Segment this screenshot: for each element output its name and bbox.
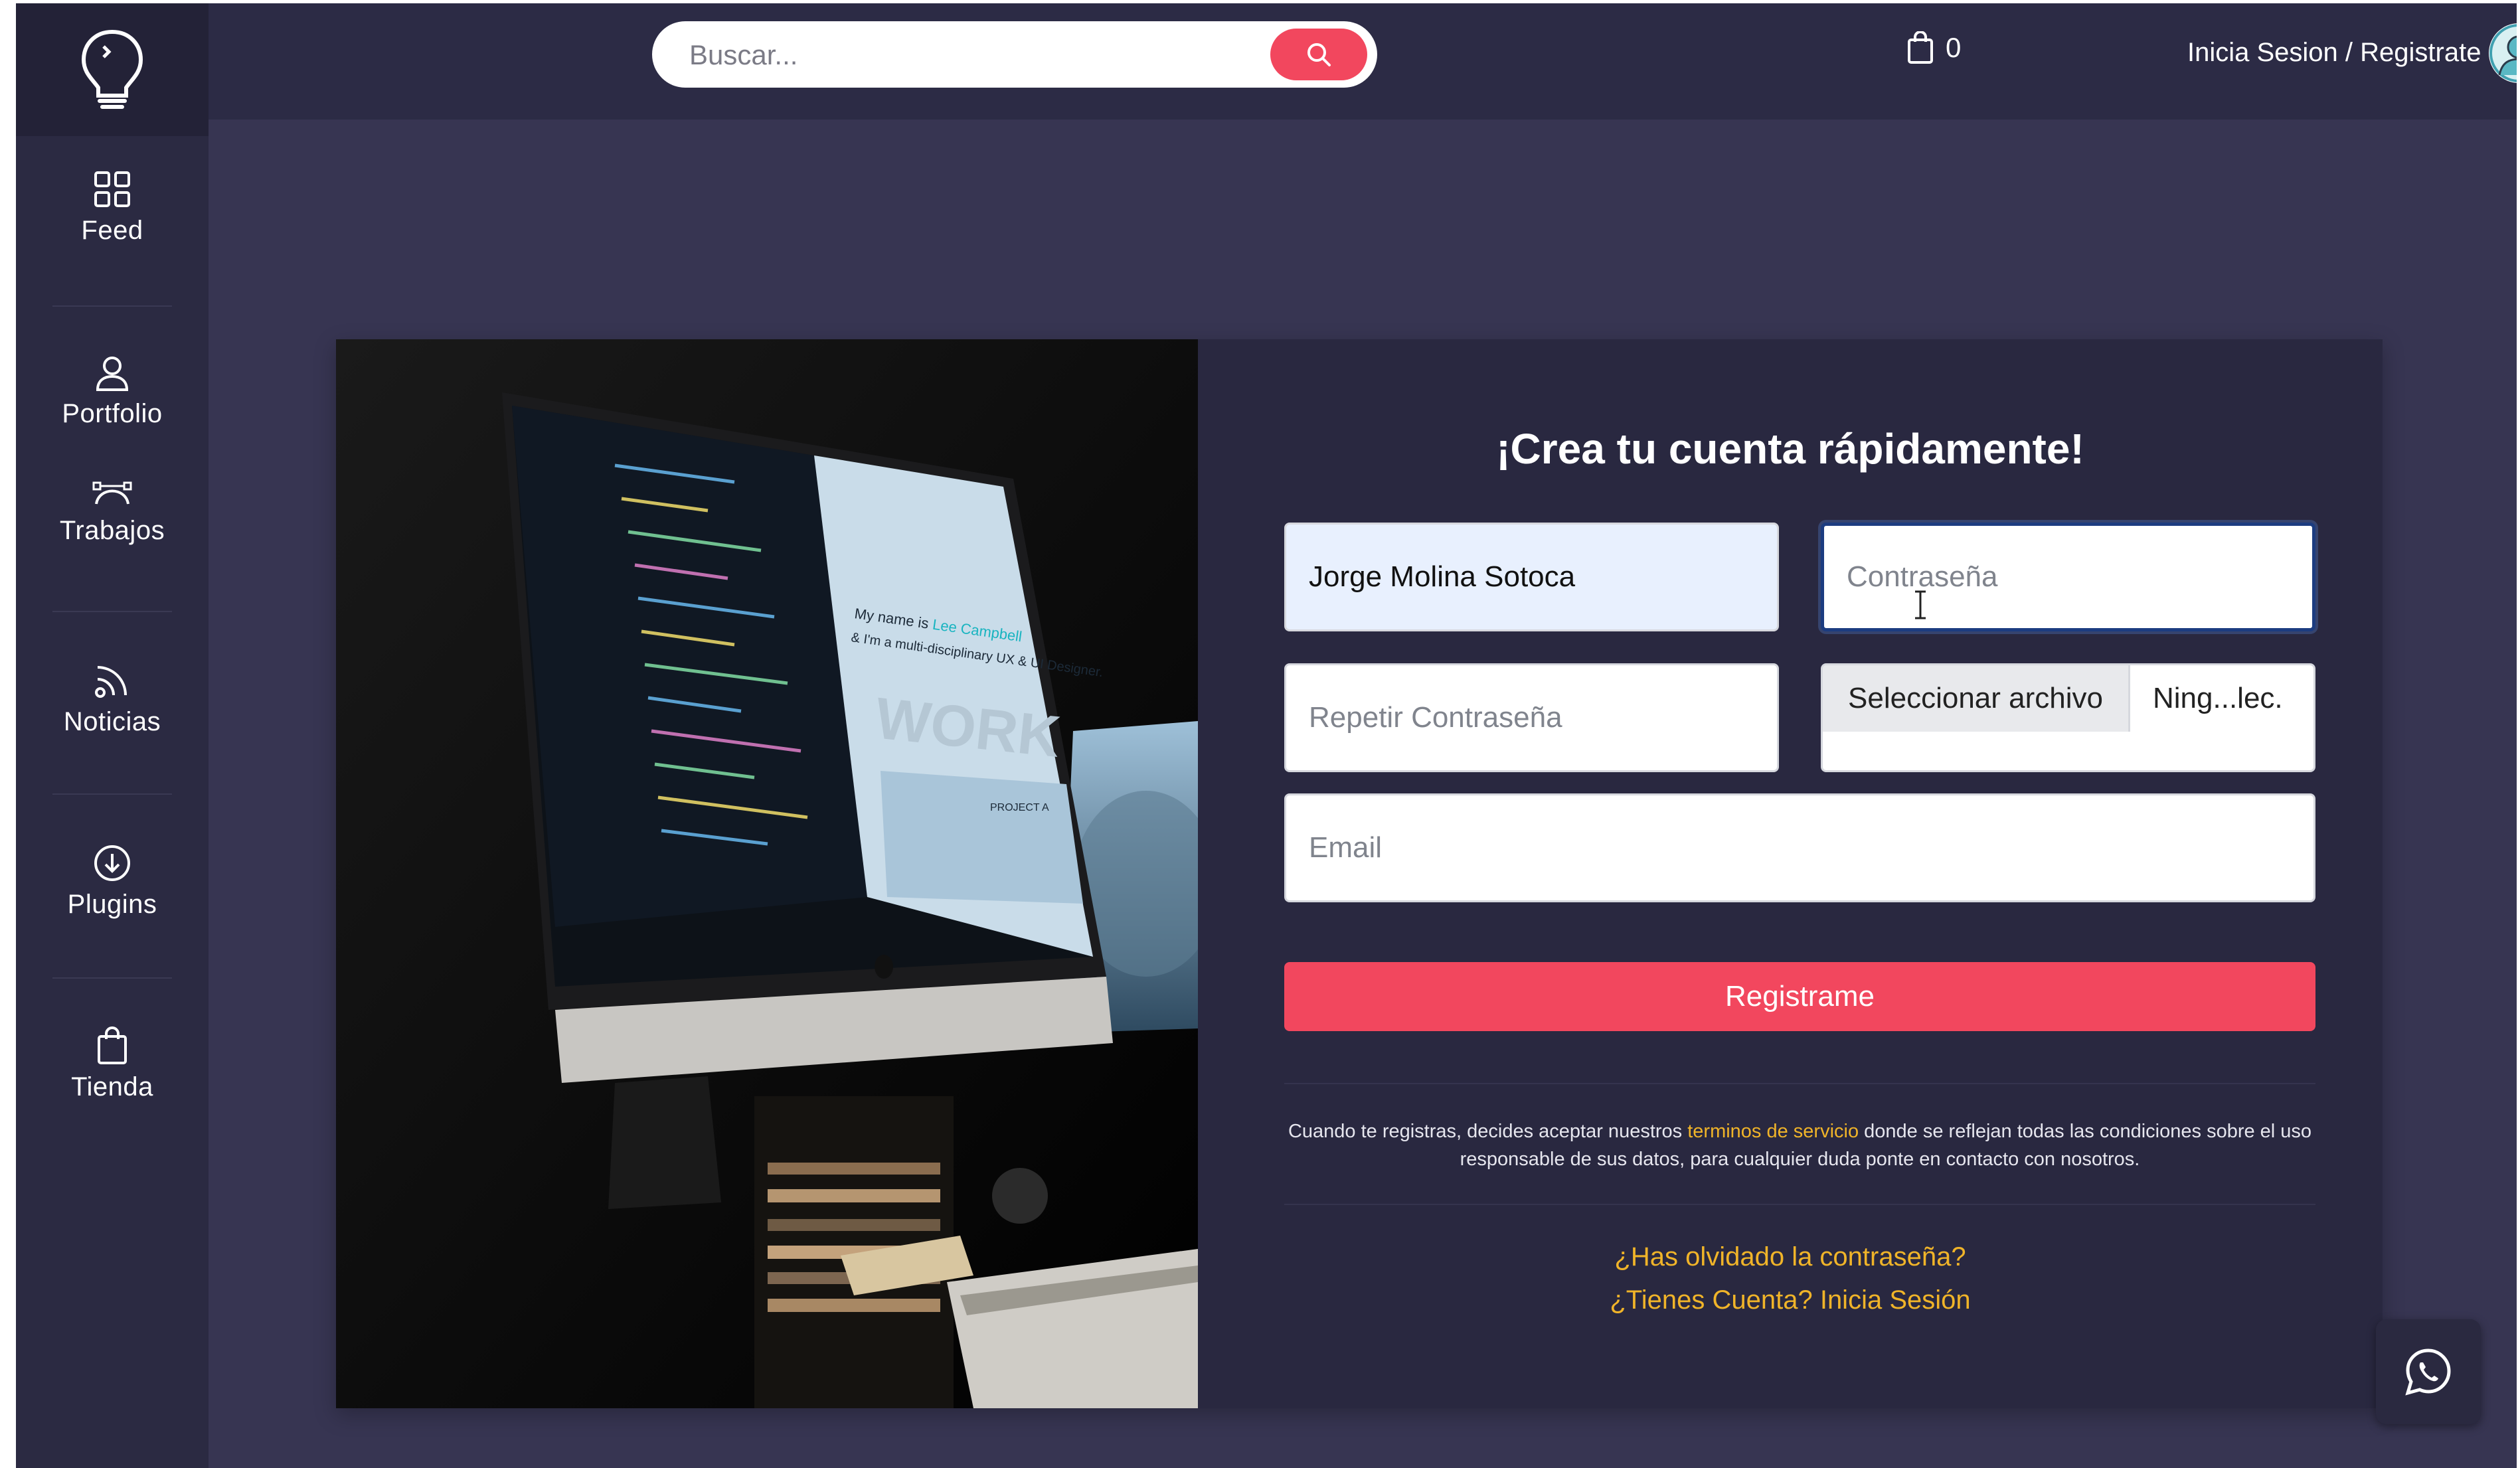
password-input[interactable] (1821, 523, 2315, 631)
full-name-input[interactable] (1284, 523, 1779, 631)
email-input[interactable] (1284, 793, 2315, 902)
sidebar-divider (52, 793, 172, 795)
whatsapp-icon (2405, 1348, 2451, 1396)
register-button[interactable]: Registrame (1284, 962, 2315, 1031)
sidebar-item-label: Noticias (63, 707, 161, 736)
whatsapp-button[interactable] (2376, 1319, 2481, 1424)
search-input[interactable] (688, 21, 1268, 89)
file-upload-field[interactable]: Seleccionar archivo Ning...lec. (1821, 663, 2315, 772)
register-title: ¡Crea tu cuenta rápidamente! (1496, 425, 2084, 473)
avatar-icon (2489, 24, 2517, 82)
login-register-link[interactable]: Inicia Sesion / Registrate (2187, 38, 2481, 68)
terms-text: Cuando te registras, decides aceptar nue… (1284, 1117, 2315, 1173)
lightbulb-logo-icon (81, 29, 143, 109)
shopping-bag-icon (98, 1026, 127, 1064)
repeat-password-input[interactable] (1284, 663, 1779, 772)
login-link[interactable]: ¿Tienes Cuenta? Inicia Sesión (1198, 1285, 2383, 1315)
search-bar (652, 21, 1377, 89)
rss-icon (95, 666, 127, 698)
sidebar-item-trabajos[interactable]: Trabajos (16, 480, 209, 546)
logo[interactable] (16, 3, 209, 136)
sidebar: Feed Portfolio Trabajos Noticias Plugins… (16, 3, 209, 1468)
search-button[interactable] (1270, 29, 1367, 80)
cart-button[interactable]: 0 (1906, 31, 1961, 64)
avatar[interactable] (2489, 23, 2517, 83)
sidebar-item-plugins[interactable]: Plugins (16, 843, 209, 920)
terms-of-service-link[interactable]: terminos de servicio (1687, 1121, 1859, 1142)
sidebar-item-label: Tienda (71, 1072, 153, 1101)
divider (1284, 1204, 2315, 1205)
sidebar-item-feed[interactable]: Feed (16, 169, 209, 246)
user-icon (96, 357, 129, 391)
bezier-pen-icon (92, 481, 132, 505)
sidebar-divider (52, 305, 172, 307)
file-status-text: Ning...lec. (2153, 682, 2283, 714)
register-card: My name is Lee Campbell & I'm a multi-di… (336, 339, 2383, 1408)
choose-file-button[interactable]: Seleccionar archivo (1823, 665, 2130, 732)
sidebar-item-label: Feed (81, 216, 143, 245)
register-form: ¡Crea tu cuenta rápidamente! Seleccionar… (1198, 339, 2383, 1408)
workspace-photo: My name is Lee Campbell & I'm a multi-di… (336, 339, 1198, 1408)
search-icon (1307, 43, 1331, 66)
top-bar: 0 Inicia Sesion / Registrate (209, 3, 2517, 120)
sidebar-divider (52, 977, 172, 979)
sidebar-item-label: Trabajos (59, 516, 165, 545)
divider (1284, 1083, 2315, 1084)
text-cursor-icon (1915, 590, 1926, 619)
sidebar-item-tienda[interactable]: Tienda (16, 1026, 209, 1102)
screen-project-text: PROJECT A (990, 802, 1049, 813)
forgot-password-link[interactable]: ¿Has olvidado la contraseña? (1198, 1242, 2383, 1272)
cart-count: 0 (1946, 32, 1962, 63)
download-circle-icon (94, 845, 130, 881)
sidebar-item-label: Portfolio (62, 399, 163, 428)
terms-text-before: Cuando te registras, decides aceptar nue… (1288, 1121, 1688, 1142)
shopping-bag-icon (1908, 31, 1933, 64)
app-window: Feed Portfolio Trabajos Noticias Plugins… (16, 3, 2517, 1468)
sidebar-divider (52, 611, 172, 612)
imac-desk-photo: My name is Lee Campbell & I'm a multi-di… (336, 339, 1198, 1408)
sidebar-item-portfolio[interactable]: Portfolio (16, 353, 209, 429)
sidebar-item-label: Plugins (67, 890, 157, 919)
grid-icon (94, 171, 130, 207)
sidebar-item-noticias[interactable]: Noticias (16, 661, 209, 737)
